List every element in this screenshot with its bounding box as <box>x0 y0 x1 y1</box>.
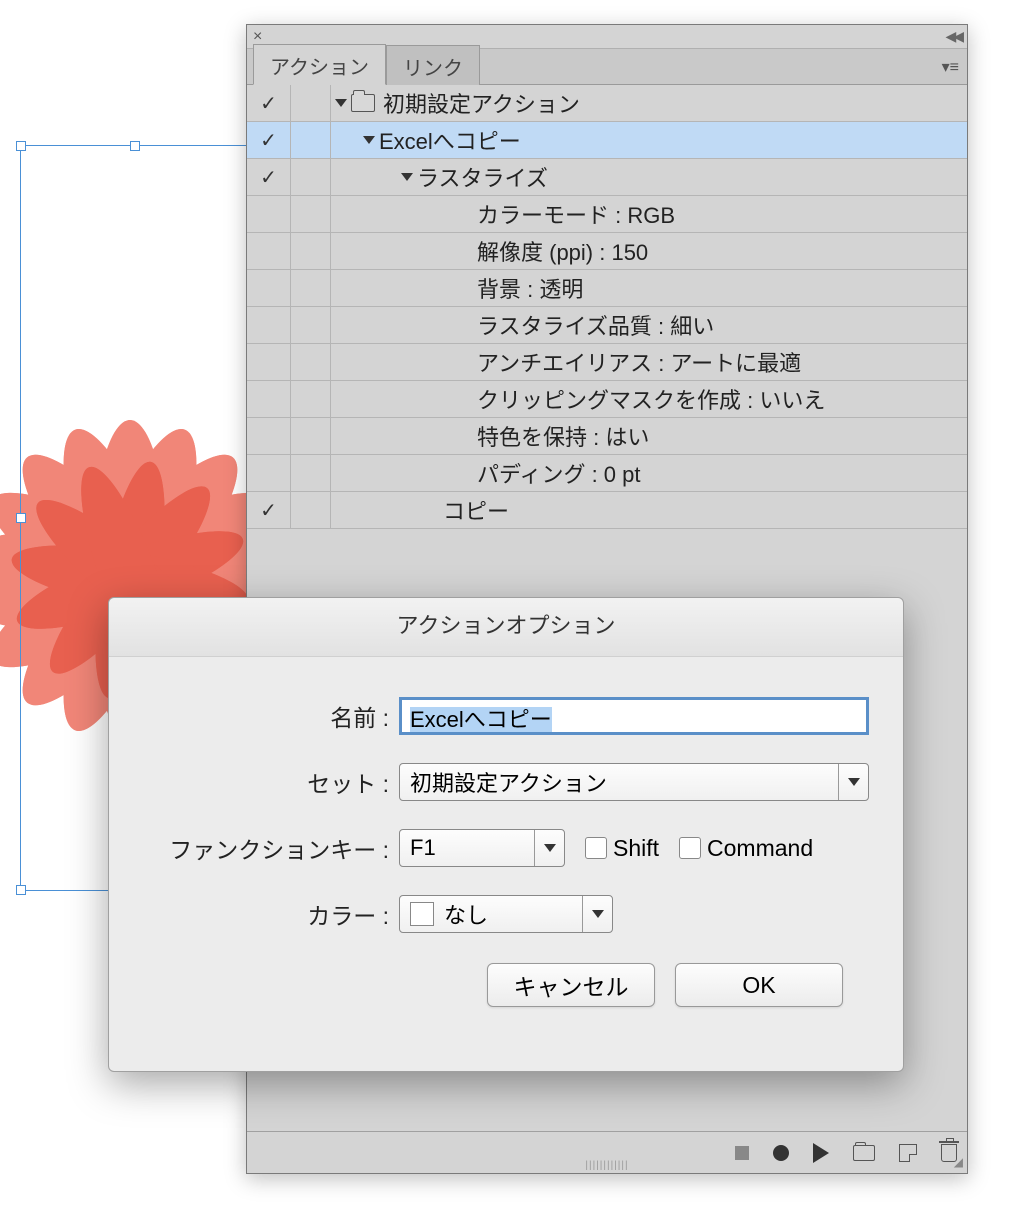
ok-button[interactable]: OK <box>675 963 843 1007</box>
chevron-down-icon <box>838 764 868 800</box>
action-step-row[interactable]: ✓ コピー <box>247 492 967 529</box>
new-action-icon[interactable] <box>899 1144 917 1162</box>
handle-bottom-left[interactable] <box>16 885 26 895</box>
color-swatch <box>410 902 434 926</box>
action-row[interactable]: ✓ Excelへコピー <box>247 122 967 159</box>
action-list: ✓ 初期設定アクション ✓ Excelへコピー ✓ ラスタライズ <box>247 85 967 529</box>
action-param-row[interactable]: 解像度 (ppi) : 150 <box>247 233 967 270</box>
panel-menu-icon[interactable]: ▾≡ <box>942 57 959 77</box>
color-label: カラー : <box>139 897 399 931</box>
record-icon[interactable] <box>773 1145 789 1161</box>
param-label: アンチエイリアス : アートに最適 <box>477 346 801 378</box>
param-label: クリッピングマスクを作成 : いいえ <box>477 383 825 415</box>
action-param-row[interactable]: パディング : 0 pt <box>247 455 967 492</box>
handle-top-left[interactable] <box>16 141 26 151</box>
toggle-check[interactable]: ✓ <box>247 492 291 528</box>
param-label: 特色を保持 : はい <box>477 420 649 452</box>
disclosure-icon[interactable] <box>363 136 375 144</box>
cancel-button[interactable]: キャンセル <box>487 963 655 1007</box>
set-select[interactable]: 初期設定アクション <box>399 763 869 801</box>
new-set-icon[interactable] <box>853 1145 875 1161</box>
param-label: 解像度 (ppi) : 150 <box>477 235 648 267</box>
action-param-row[interactable]: 背景 : 透明 <box>247 270 967 307</box>
action-set-label: 初期設定アクション <box>383 87 580 119</box>
panel-footer: ◢ |||||||||||| <box>247 1131 967 1173</box>
set-label: セット : <box>139 765 399 799</box>
color-select[interactable]: なし <box>399 895 613 933</box>
toggle-dialog[interactable] <box>291 85 331 121</box>
action-param-row[interactable]: クリッピングマスクを作成 : いいえ <box>247 381 967 418</box>
collapse-icon[interactable]: ◀◀ <box>945 28 961 45</box>
action-step-row[interactable]: ✓ ラスタライズ <box>247 159 967 196</box>
step-label: ラスタライズ <box>417 161 548 193</box>
play-icon[interactable] <box>813 1143 829 1163</box>
action-param-row[interactable]: ラスタライズ品質 : 細い <box>247 307 967 344</box>
toggle-dialog[interactable] <box>291 196 331 232</box>
resize-grip-icon[interactable]: ◢ <box>954 1155 963 1169</box>
tab-actions[interactable]: アクション <box>253 44 386 85</box>
action-param-row[interactable]: アンチエイリアス : アートに最適 <box>247 344 967 381</box>
param-label: カラーモード : RGB <box>477 198 675 230</box>
toggle-dialog[interactable] <box>291 122 331 158</box>
dialog-title: アクションオプション <box>109 598 903 657</box>
action-param-row[interactable]: カラーモード : RGB <box>247 196 967 233</box>
scroll-hint: |||||||||||| <box>585 1160 628 1171</box>
stop-icon[interactable] <box>735 1146 749 1160</box>
tab-links[interactable]: リンク <box>386 45 480 85</box>
action-param-row[interactable]: 特色を保持 : はい <box>247 418 967 455</box>
param-label: 背景 : 透明 <box>477 272 583 304</box>
command-checkbox[interactable] <box>679 837 701 859</box>
action-set-row[interactable]: ✓ 初期設定アクション <box>247 85 967 122</box>
toggle-check[interactable] <box>247 196 291 232</box>
close-icon[interactable]: × <box>253 28 262 46</box>
fkey-label: ファンクションキー : <box>139 831 399 865</box>
action-label: Excelへコピー <box>379 124 521 156</box>
command-label: Command <box>707 835 813 862</box>
folder-icon <box>351 94 375 112</box>
panel-tabs: アクション リンク ▾≡ <box>247 49 967 85</box>
name-label: 名前 : <box>139 699 399 733</box>
param-label: パディング : 0 pt <box>477 457 641 489</box>
disclosure-icon[interactable] <box>401 173 413 181</box>
color-value: なし <box>444 898 488 930</box>
name-input[interactable]: Excelへコピー <box>399 697 869 735</box>
action-options-dialog: アクションオプション 名前 : Excelへコピー セット : 初期設定アクショ… <box>108 597 904 1072</box>
disclosure-icon[interactable] <box>335 99 347 107</box>
toggle-check[interactable]: ✓ <box>247 85 291 121</box>
handle-mid-left[interactable] <box>16 513 26 523</box>
chevron-down-icon <box>534 830 564 866</box>
step-label: コピー <box>443 494 509 526</box>
chevron-down-icon <box>582 896 612 932</box>
toggle-dialog[interactable] <box>291 159 331 195</box>
set-value: 初期設定アクション <box>410 766 607 798</box>
toggle-check[interactable]: ✓ <box>247 122 291 158</box>
toggle-check[interactable]: ✓ <box>247 159 291 195</box>
handle-top-mid[interactable] <box>130 141 140 151</box>
toggle-dialog[interactable] <box>291 492 331 528</box>
shift-checkbox[interactable] <box>585 837 607 859</box>
shift-label: Shift <box>613 835 659 862</box>
fkey-select[interactable]: F1 <box>399 829 565 867</box>
param-label: ラスタライズ品質 : 細い <box>477 309 714 341</box>
fkey-value: F1 <box>410 835 436 861</box>
